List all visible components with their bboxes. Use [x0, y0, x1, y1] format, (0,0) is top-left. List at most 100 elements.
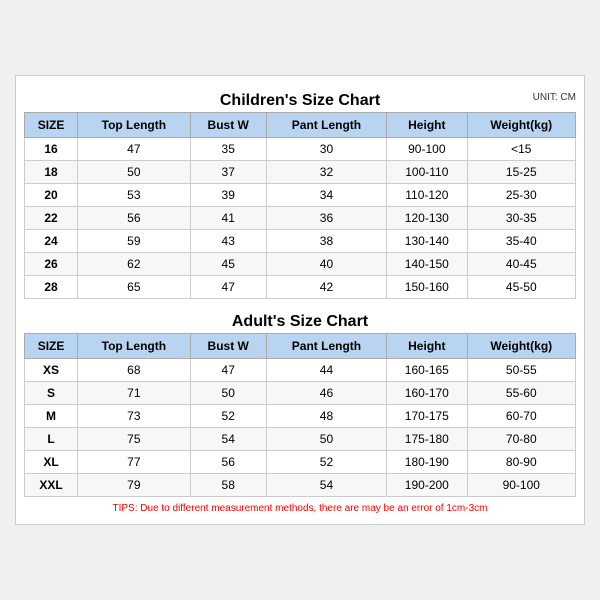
table-cell: 47 [190, 359, 266, 382]
table-cell: XXL [25, 474, 78, 497]
table-cell: 18 [25, 161, 78, 184]
adults-section-title: Adult's Size Chart [24, 307, 576, 333]
table-cell: 100-110 [387, 161, 467, 184]
table-cell: 55-60 [467, 382, 575, 405]
table-row: 18503732100-11015-25 [25, 161, 576, 184]
table-cell: 43 [190, 230, 266, 253]
children-col-bust-w: Bust W [190, 113, 266, 138]
unit-label: UNIT: CM [533, 92, 576, 103]
adults-col-weight: Weight(kg) [467, 334, 575, 359]
table-cell: <15 [467, 138, 575, 161]
children-col-size: SIZE [25, 113, 78, 138]
table-cell: 140-150 [387, 253, 467, 276]
table-cell: 79 [78, 474, 191, 497]
table-cell: 16 [25, 138, 78, 161]
table-cell: 130-140 [387, 230, 467, 253]
children-col-height: Height [387, 113, 467, 138]
table-cell: 70-80 [467, 428, 575, 451]
table-cell: 15-25 [467, 161, 575, 184]
table-cell: 56 [190, 451, 266, 474]
table-cell: 75 [78, 428, 191, 451]
table-cell: 58 [190, 474, 266, 497]
table-row: 22564136120-13030-35 [25, 207, 576, 230]
table-cell: 20 [25, 184, 78, 207]
table-cell: 37 [190, 161, 266, 184]
table-cell: 45-50 [467, 276, 575, 299]
table-cell: 47 [190, 276, 266, 299]
table-cell: 54 [190, 428, 266, 451]
children-col-weight: Weight(kg) [467, 113, 575, 138]
table-cell: 160-165 [387, 359, 467, 382]
table-cell: 150-160 [387, 276, 467, 299]
adults-col-bust-w: Bust W [190, 334, 266, 359]
table-cell: 52 [190, 405, 266, 428]
table-cell: 180-190 [387, 451, 467, 474]
table-cell: 35-40 [467, 230, 575, 253]
adults-table: SIZE Top Length Bust W Pant Length Heigh… [24, 333, 576, 497]
table-cell: 48 [266, 405, 386, 428]
tips-text: TIPS: Due to different measurement metho… [24, 503, 576, 514]
table-cell: 30-35 [467, 207, 575, 230]
table-row: L755450175-18070-80 [25, 428, 576, 451]
table-cell: XS [25, 359, 78, 382]
table-cell: 50 [266, 428, 386, 451]
table-row: 1647353090-100<15 [25, 138, 576, 161]
table-cell: 80-90 [467, 451, 575, 474]
table-row: 24594338130-14035-40 [25, 230, 576, 253]
table-cell: XL [25, 451, 78, 474]
table-cell: 35 [190, 138, 266, 161]
table-cell: 120-130 [387, 207, 467, 230]
table-cell: 90-100 [467, 474, 575, 497]
adults-col-size: SIZE [25, 334, 78, 359]
table-cell: 22 [25, 207, 78, 230]
table-row: S715046160-17055-60 [25, 382, 576, 405]
table-cell: 170-175 [387, 405, 467, 428]
children-col-pant-length: Pant Length [266, 113, 386, 138]
table-cell: 73 [78, 405, 191, 428]
table-cell: 52 [266, 451, 386, 474]
table-cell: 59 [78, 230, 191, 253]
table-row: XS684744160-16550-55 [25, 359, 576, 382]
table-cell: 160-170 [387, 382, 467, 405]
table-cell: 36 [266, 207, 386, 230]
children-title-text: Children's Size Chart [220, 92, 380, 109]
table-cell: 50 [190, 382, 266, 405]
table-cell: 47 [78, 138, 191, 161]
adults-col-pant-length: Pant Length [266, 334, 386, 359]
table-cell: 68 [78, 359, 191, 382]
table-cell: 175-180 [387, 428, 467, 451]
table-row: XXL795854190-20090-100 [25, 474, 576, 497]
table-cell: 190-200 [387, 474, 467, 497]
table-cell: 34 [266, 184, 386, 207]
table-cell: 56 [78, 207, 191, 230]
table-cell: 41 [190, 207, 266, 230]
table-cell: 60-70 [467, 405, 575, 428]
table-cell: 40 [266, 253, 386, 276]
table-cell: 50 [78, 161, 191, 184]
table-cell: 28 [25, 276, 78, 299]
table-cell: M [25, 405, 78, 428]
table-cell: 26 [25, 253, 78, 276]
table-row: M735248170-17560-70 [25, 405, 576, 428]
table-cell: 90-100 [387, 138, 467, 161]
table-cell: 39 [190, 184, 266, 207]
table-cell: 32 [266, 161, 386, 184]
table-cell: S [25, 382, 78, 405]
table-row: XL775652180-19080-90 [25, 451, 576, 474]
children-section-title: Children's Size Chart UNIT: CM [24, 86, 576, 112]
table-cell: 40-45 [467, 253, 575, 276]
table-cell: 50-55 [467, 359, 575, 382]
children-table: SIZE Top Length Bust W Pant Length Heigh… [24, 112, 576, 299]
table-cell: 44 [266, 359, 386, 382]
table-cell: 62 [78, 253, 191, 276]
chart-container: Children's Size Chart UNIT: CM SIZE Top … [15, 75, 585, 525]
children-col-top-length: Top Length [78, 113, 191, 138]
table-cell: 42 [266, 276, 386, 299]
table-cell: L [25, 428, 78, 451]
table-cell: 54 [266, 474, 386, 497]
table-cell: 110-120 [387, 184, 467, 207]
adults-col-height: Height [387, 334, 467, 359]
table-row: 20533934110-12025-30 [25, 184, 576, 207]
table-cell: 24 [25, 230, 78, 253]
table-cell: 46 [266, 382, 386, 405]
